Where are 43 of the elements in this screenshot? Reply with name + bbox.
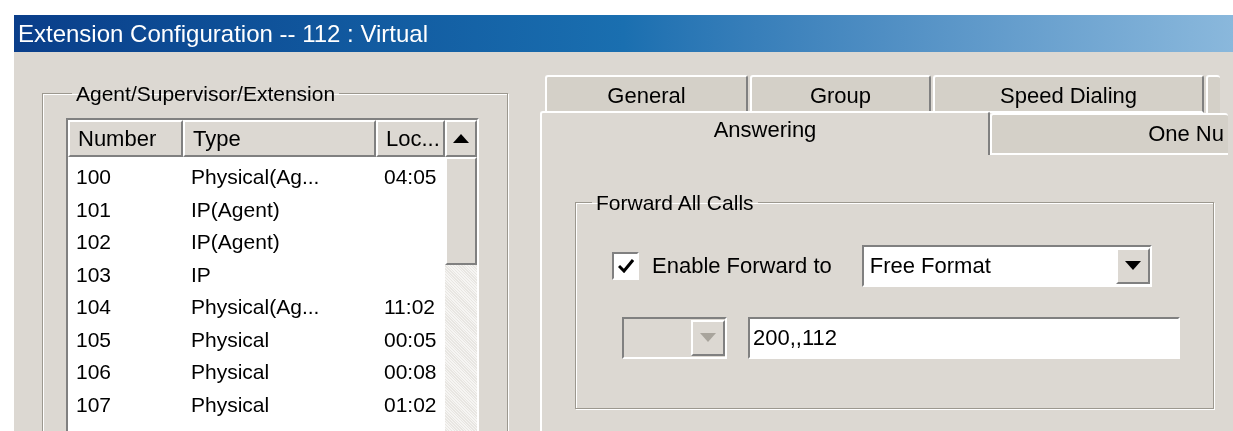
table-cell-text: 102 <box>75 229 113 255</box>
tab[interactable]: Answering <box>540 111 990 155</box>
column-header[interactable]: Type <box>183 119 376 157</box>
table-cell-text: 107 <box>75 391 113 418</box>
table-cell-text: 101 <box>75 196 113 223</box>
scroll-up-button[interactable] <box>445 119 477 157</box>
table-cell-text: 100 <box>75 164 113 190</box>
table-cell-text: IP(Agent) <box>190 196 281 223</box>
tab[interactable]: Speed Dialing <box>933 75 1204 113</box>
table-cell-text: 00:05 <box>383 326 438 353</box>
tab[interactable]: General <box>545 75 748 113</box>
table-cell-text: 103 <box>75 261 113 288</box>
tab[interactable]: One Nu <box>990 113 1228 155</box>
caret-icon <box>1124 261 1141 270</box>
table-cell-text: Physical <box>190 326 271 353</box>
forward-type-dropdown[interactable]: Free Format <box>861 244 1152 287</box>
table-cell-text: Physical <box>190 359 271 385</box>
checkbox[interactable] <box>612 251 639 280</box>
group-title: Agent/Supervisor/Extension <box>75 81 337 107</box>
checkbox-label[interactable]: Enable Forward to <box>652 249 832 282</box>
table-cell-text: Physical(Ag... <box>190 164 321 190</box>
table-cell-text: 01:02 <box>383 391 438 418</box>
column-header[interactable]: Number <box>68 119 183 157</box>
window-title: Extension Configuration -- 112 : Virtual <box>18 18 428 49</box>
number-field[interactable]: 200,,112 <box>748 316 1180 359</box>
table-cell-text: Physical <box>190 391 271 418</box>
checkmark-icon <box>617 258 634 273</box>
up-arrow-icon <box>453 133 469 143</box>
table-cell-text: IP(Agent) <box>190 229 281 255</box>
table-cell-text: 00:08 <box>383 359 438 385</box>
caret-icon <box>700 333 716 342</box>
table-cell-text: IP <box>190 261 212 288</box>
table-cell-text: Physical(Ag... <box>190 294 321 320</box>
scrollbar-thumb[interactable] <box>445 156 477 265</box>
table-cell-text: 106 <box>75 359 113 385</box>
table-cell-text: 104 <box>75 294 113 320</box>
table-cell-text: 04:05 <box>383 164 438 190</box>
group-title: Forward All Calls <box>595 190 755 216</box>
tab[interactable]: Group <box>750 75 931 113</box>
dropdown-button[interactable] <box>1115 247 1150 284</box>
column-header[interactable]: Loc... <box>376 119 445 157</box>
table-cell-text: 105 <box>75 326 113 353</box>
table-cell-text: 11:02 <box>383 294 436 320</box>
